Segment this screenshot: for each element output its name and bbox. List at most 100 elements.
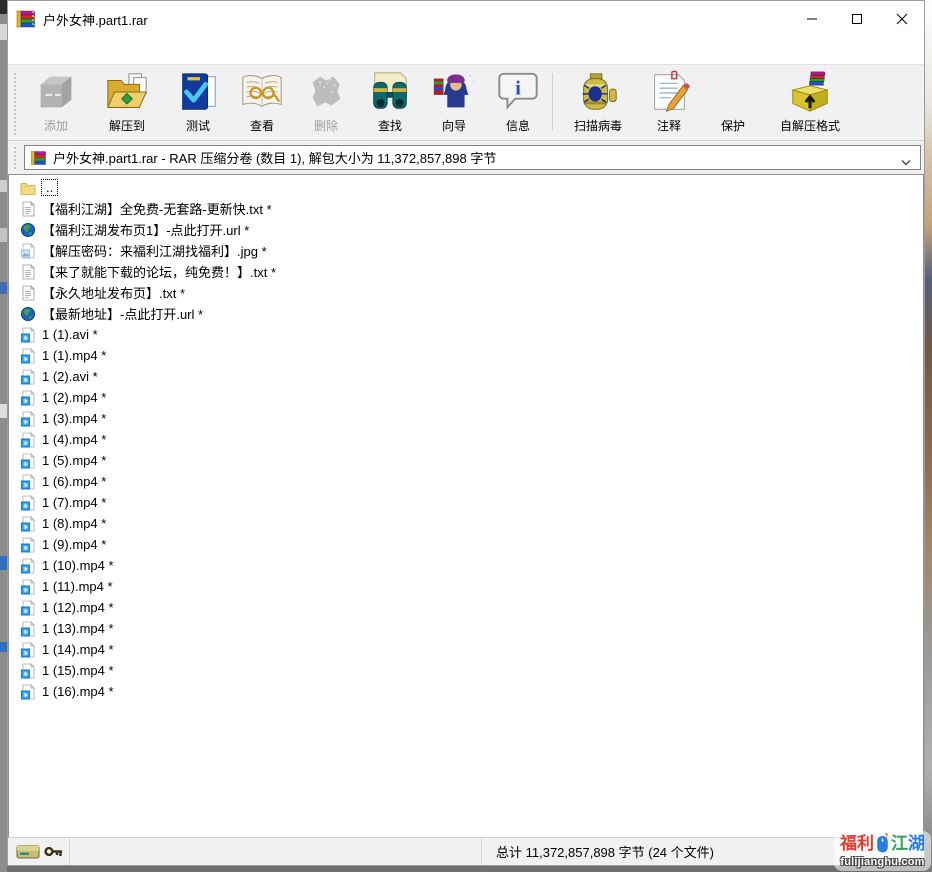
toolbar-button[interactable]: 查看 <box>230 69 294 134</box>
file-name: 【来了就能下载的论坛，纯免费！】.txt * <box>42 262 276 281</box>
test-icon <box>175 69 221 115</box>
file-row[interactable]: 【最新地址】-点此打开.url * <box>9 303 923 324</box>
media-file-icon <box>20 642 36 658</box>
maximize-button[interactable] <box>834 1 879 37</box>
protect-icon <box>710 69 756 115</box>
toolbar-button-label: 自解压格式 <box>780 117 840 134</box>
sfx-icon <box>787 69 833 115</box>
toolbar-button[interactable]: 保护 <box>701 69 765 134</box>
file-row[interactable]: 1 (2).avi * <box>9 366 923 387</box>
toolbar-button[interactable]: 删除 <box>294 69 358 134</box>
close-button[interactable] <box>879 1 924 37</box>
file-row[interactable]: 1 (15).mp4 * <box>9 660 923 681</box>
media-file-icon <box>20 516 36 532</box>
toolbar-button-label: 添加 <box>44 117 68 134</box>
file-row[interactable]: 1 (13).mp4 * <box>9 618 923 639</box>
view-icon <box>239 69 285 115</box>
file-row[interactable]: 1 (1).avi * <box>9 324 923 345</box>
desktop-fragment <box>0 556 7 570</box>
minimize-button[interactable] <box>789 1 834 37</box>
file-row[interactable]: .. <box>9 177 923 198</box>
desktop-sliver-right <box>925 0 932 872</box>
minimize-icon <box>806 13 818 25</box>
file-name: 1 (1).avi * <box>42 327 98 342</box>
watermark-title: 福利 江湖 <box>840 832 925 856</box>
toolbar: 添加 解压到 测试 查看 删除 查找 向导 i 信息 <box>8 64 924 141</box>
menu-item[interactable] <box>52 47 72 55</box>
media-file-icon <box>20 600 36 616</box>
file-row[interactable]: 1 (3).mp4 * <box>9 408 923 429</box>
file-row[interactable]: 1 (10).mp4 * <box>9 555 923 576</box>
toolbar-button-label: 扫描病毒 <box>574 117 622 134</box>
menu-item[interactable] <box>32 47 52 55</box>
toolbar-button[interactable]: 注释 <box>637 69 701 134</box>
file-row[interactable]: 1 (1).mp4 * <box>9 345 923 366</box>
toolbar-button[interactable]: 查找 <box>358 69 422 134</box>
file-row[interactable]: 【解压密码：来福利江湖找福利】.jpg * <box>9 240 923 261</box>
menu-item[interactable] <box>72 47 92 55</box>
image-file-icon <box>20 243 36 259</box>
file-row[interactable]: 1 (14).mp4 * <box>9 639 923 660</box>
toolbar-button[interactable]: 解压到 <box>88 69 166 134</box>
media-file-icon <box>20 663 36 679</box>
archive-info-text: 户外女神.part1.rar - RAR 压缩分卷 (数目 1), 解包大小为 … <box>53 148 900 167</box>
file-row[interactable]: 【来了就能下载的论坛，纯免费！】.txt * <box>9 261 923 282</box>
toolbar-button[interactable]: i 信息 <box>486 69 550 134</box>
desktop-fragment <box>0 0 7 14</box>
file-row[interactable]: 1 (7).mp4 * <box>9 492 923 513</box>
virus-scan-icon <box>575 69 621 115</box>
file-row[interactable]: 1 (6).mp4 * <box>9 471 923 492</box>
toolbar-button[interactable]: 自解压格式 <box>765 69 855 134</box>
toolbar-button[interactable]: 测试 <box>166 69 230 134</box>
window-title: 户外女神.part1.rar <box>43 10 789 29</box>
media-file-icon <box>20 495 36 511</box>
url-file-icon <box>20 222 36 238</box>
toolbar-button-label: 向导 <box>442 117 466 134</box>
menu-item[interactable] <box>112 47 132 55</box>
winrar-window: 户外女神.part1.rar 添加 解压到 测试 查看 <box>7 0 925 866</box>
menu-item[interactable] <box>92 47 112 55</box>
media-file-icon <box>20 684 36 700</box>
key-icon[interactable] <box>44 845 64 858</box>
addressbar-grip[interactable] <box>14 147 20 169</box>
mouse-icon <box>876 833 889 854</box>
file-name: 1 (1).mp4 * <box>42 348 106 363</box>
toolbar-button-label: 删除 <box>314 117 338 134</box>
drive-icon[interactable] <box>16 844 40 860</box>
statusbar-middle-pane <box>70 838 482 865</box>
archive-path-combobox[interactable]: 户外女神.part1.rar - RAR 压缩分卷 (数目 1), 解包大小为 … <box>24 145 921 170</box>
wizard-icon <box>431 69 477 115</box>
toolbar-button-label: 注释 <box>657 117 681 134</box>
chevron-down-icon[interactable] <box>900 154 912 162</box>
file-row[interactable]: 【福利江湖发布页1】-点此打开.url * <box>9 219 923 240</box>
file-row[interactable]: 1 (11).mp4 * <box>9 576 923 597</box>
toolbar-grip[interactable] <box>14 73 20 135</box>
media-file-icon <box>20 390 36 406</box>
toolbar-button[interactable]: 扫描病毒 <box>559 69 637 134</box>
file-name: 【解压密码：来福利江湖找福利】.jpg * <box>42 241 267 260</box>
folder-up-icon <box>20 180 36 196</box>
file-row[interactable]: 1 (12).mp4 * <box>9 597 923 618</box>
file-name: .. <box>42 180 57 195</box>
file-name: 1 (12).mp4 * <box>42 600 114 615</box>
address-bar: 户外女神.part1.rar - RAR 压缩分卷 (数目 1), 解包大小为 … <box>8 141 924 174</box>
file-row[interactable]: 1 (4).mp4 * <box>9 429 923 450</box>
file-row[interactable]: 1 (9).mp4 * <box>9 534 923 555</box>
url-file-icon <box>20 306 36 322</box>
file-row[interactable]: 1 (16).mp4 * <box>9 681 923 702</box>
toolbar-button[interactable]: 添加 <box>24 69 88 134</box>
file-row[interactable]: 【福利江湖】全免费-无套路-更新快.txt * <box>9 198 923 219</box>
media-file-icon <box>20 369 36 385</box>
desktop-fragment <box>0 282 7 294</box>
file-name: 【永久地址发布页】.txt * <box>42 283 185 302</box>
file-name: 1 (13).mp4 * <box>42 621 114 636</box>
file-list: .. 【福利江湖】全免费-无套路-更新快.txt * 【福利江湖发布页1】-点此… <box>8 174 924 837</box>
menu-item[interactable] <box>12 47 32 55</box>
file-name: 1 (5).mp4 * <box>42 453 106 468</box>
file-row[interactable]: 【永久地址发布页】.txt * <box>9 282 923 303</box>
file-row[interactable]: 1 (8).mp4 * <box>9 513 923 534</box>
file-row[interactable]: 1 (5).mp4 * <box>9 450 923 471</box>
file-row[interactable]: 1 (2).mp4 * <box>9 387 923 408</box>
comment-icon <box>646 69 692 115</box>
toolbar-button[interactable]: 向导 <box>422 69 486 134</box>
